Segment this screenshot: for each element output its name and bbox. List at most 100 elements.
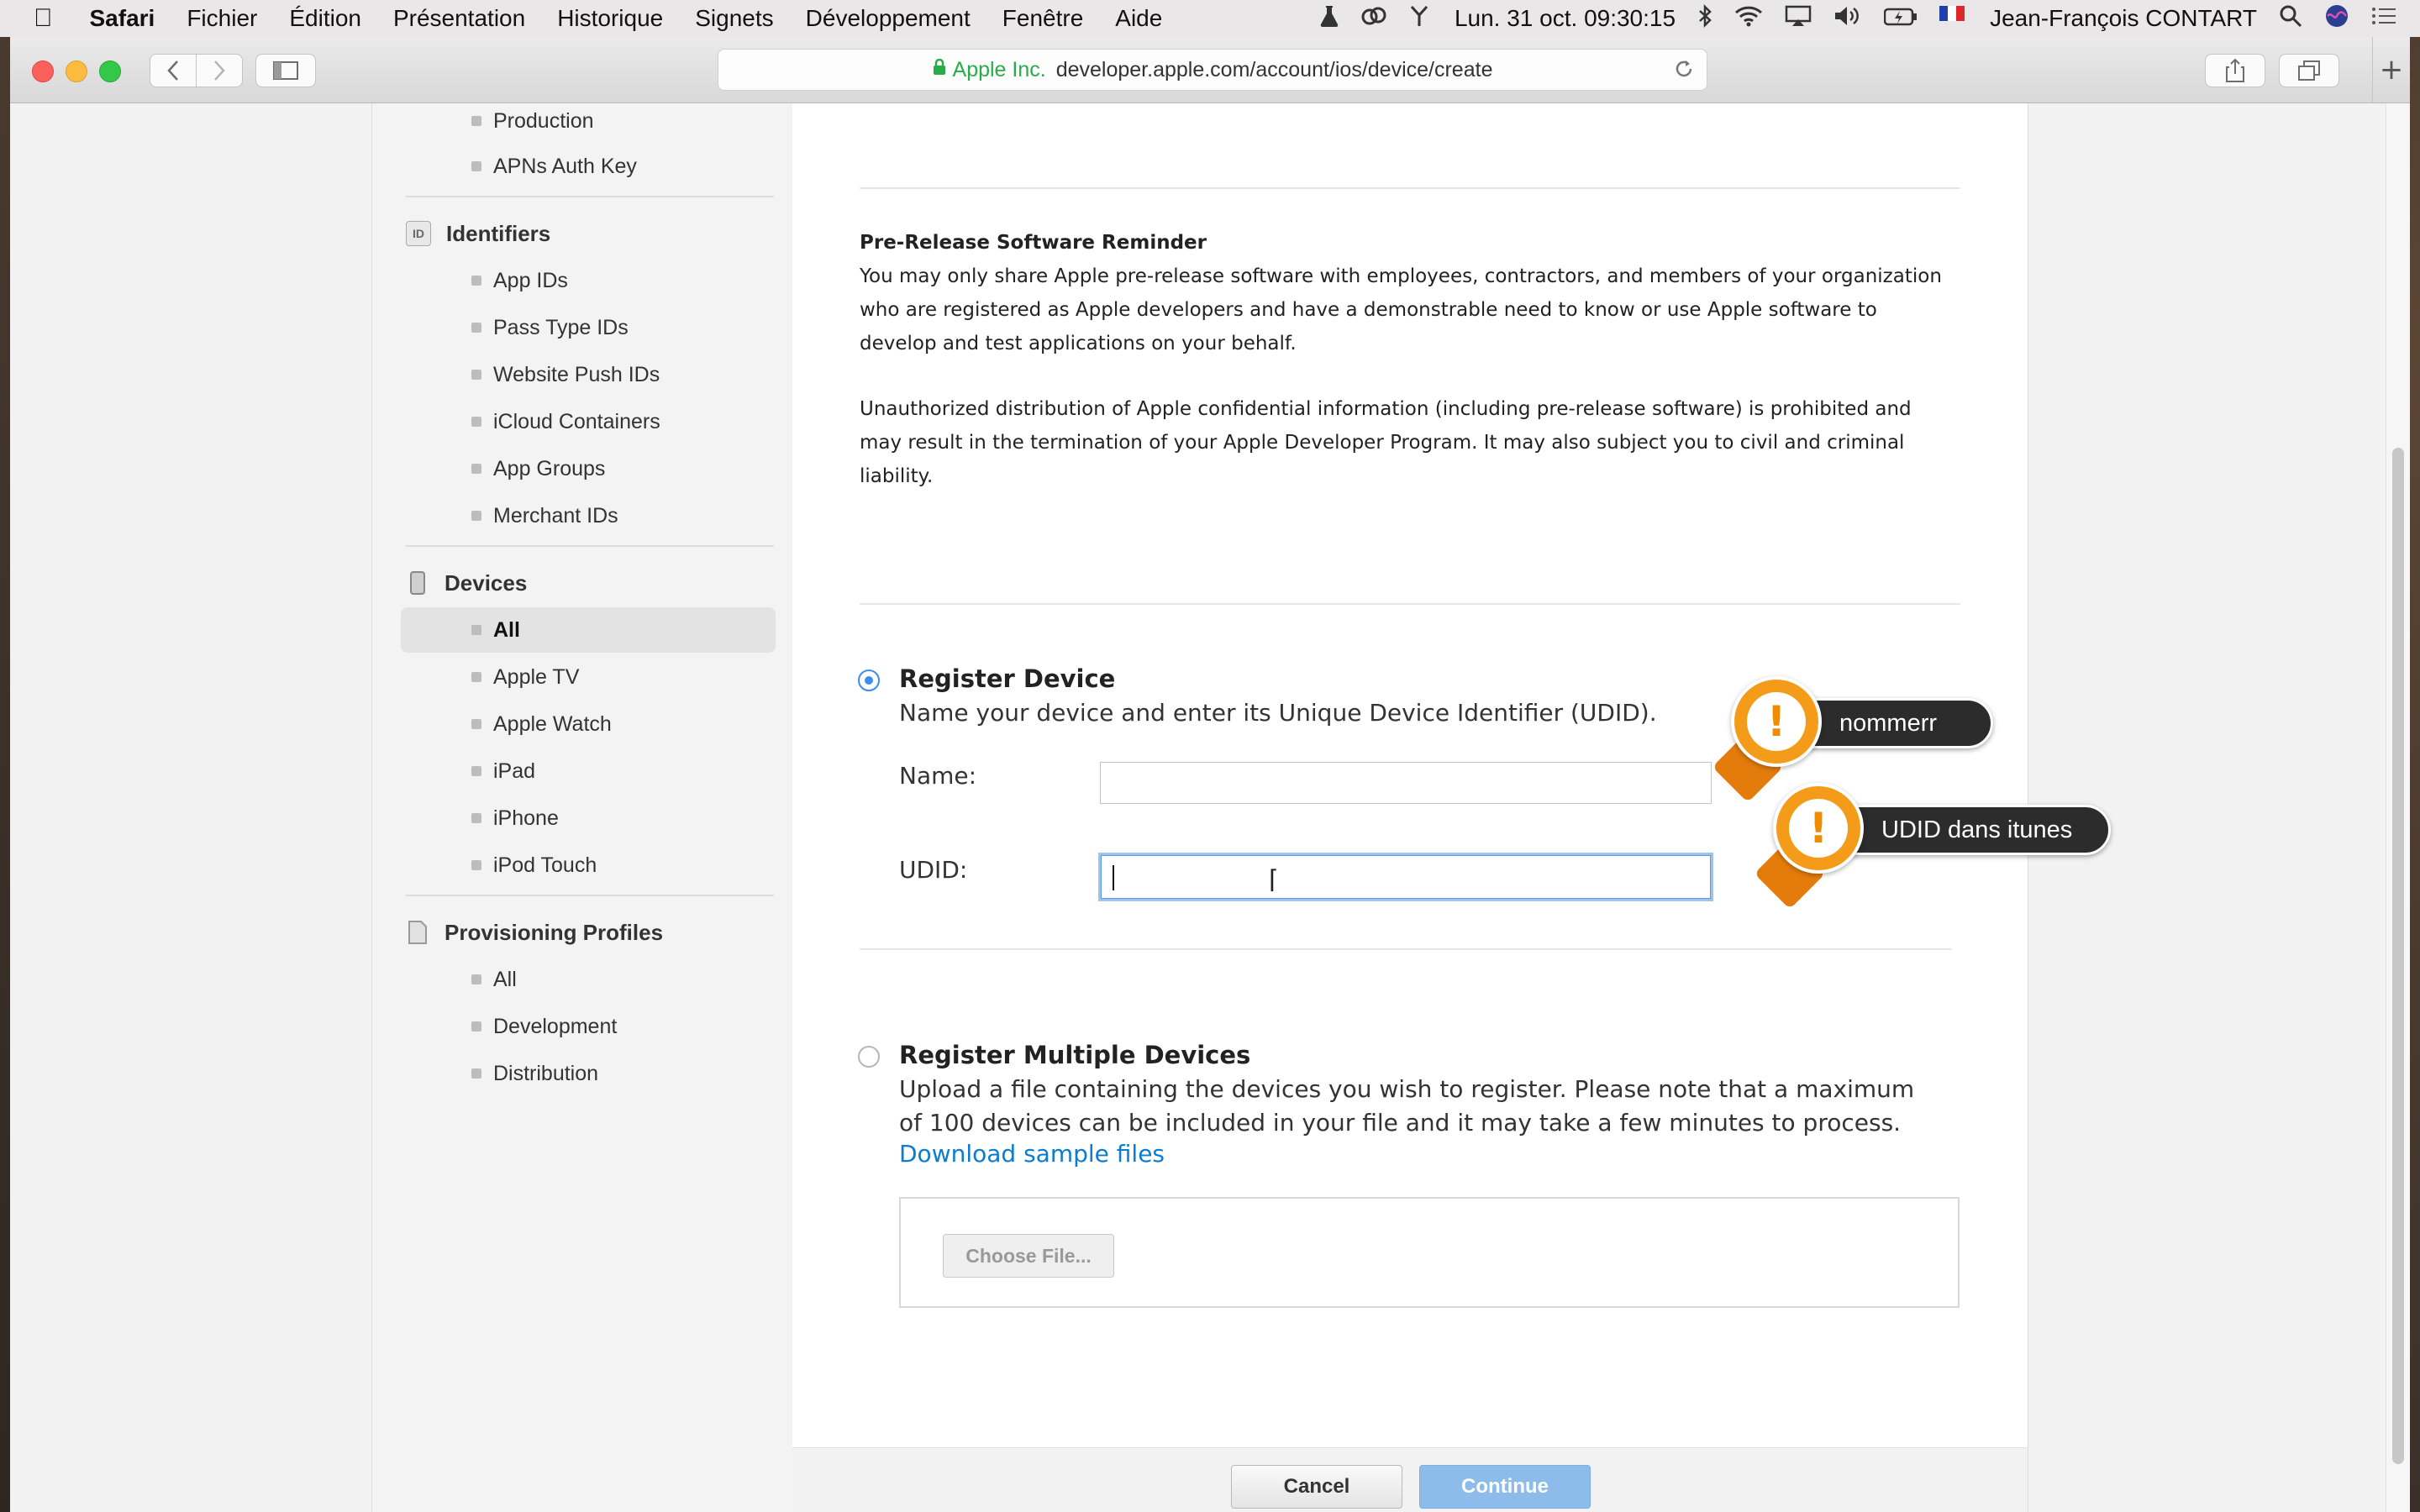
sidebar-heading-label: Devices: [445, 570, 528, 596]
menubar-user-name[interactable]: Jean-François CONTART: [1990, 5, 2257, 32]
document-icon: [406, 921, 429, 944]
bullet-icon: [471, 276, 481, 286]
menu-fenetre[interactable]: Fenêtre: [1002, 5, 1084, 32]
bullet-icon: [471, 370, 481, 380]
device-udid-input[interactable]: ⌈: [1098, 853, 1713, 901]
close-window-button[interactable]: [32, 60, 54, 82]
french-flag-input-icon[interactable]: [1939, 5, 1965, 32]
apple-logo-icon[interactable]: : [34, 4, 53, 33]
ev-certificate-company: Apple Inc.: [952, 57, 1046, 81]
sidebar-item-profiles-all[interactable]: All: [424, 957, 777, 1002]
airplay-icon[interactable]: [1785, 5, 1812, 33]
minimize-window-button[interactable]: [66, 60, 87, 82]
sidebar-item-pass-type-ids[interactable]: Pass Type IDs: [424, 305, 777, 350]
creative-cloud-icon[interactable]: [1360, 5, 1387, 32]
menu-edition[interactable]: Édition: [289, 5, 361, 32]
sidebar-item-apns-auth-key[interactable]: APNs Auth Key: [424, 144, 777, 189]
sidebar-item-apple-watch[interactable]: Apple Watch: [424, 701, 777, 747]
show-tabs-button[interactable]: [2279, 54, 2339, 87]
sidebar-item-label: Apple TV: [493, 664, 580, 689]
flask-icon[interactable]: [1320, 4, 1339, 34]
sidebar-divider: [406, 196, 774, 197]
pre-release-reminder: Pre-Release Software Reminder You may on…: [860, 226, 1952, 493]
register-device-radio[interactable]: [858, 669, 880, 691]
ibeam-cursor-icon: ⌈: [1269, 865, 1279, 895]
form-footer: Cancel Continue: [792, 1447, 2028, 1512]
forward-button[interactable]: [196, 54, 243, 87]
register-device-title: Register Device: [899, 664, 1116, 693]
sidebar-item-production[interactable]: Production: [424, 98, 777, 144]
continue-button[interactable]: Continue: [1419, 1465, 1591, 1509]
menubar-clock[interactable]: Lun. 31 oct. 09:30:15: [1455, 5, 1676, 32]
menu-signets[interactable]: Signets: [695, 5, 773, 32]
bullet-icon: [471, 1068, 481, 1079]
sidebar-item-label: All: [493, 967, 517, 991]
chevron-left-icon: [167, 60, 178, 81]
menu-fichier[interactable]: Fichier: [187, 5, 257, 32]
notification-center-icon[interactable]: [2371, 5, 2396, 32]
sidebar-item-icloud-containers[interactable]: iCloud Containers: [424, 399, 777, 444]
reload-icon[interactable]: [1673, 58, 1695, 86]
warning-badge-icon: !: [1731, 676, 1822, 767]
sidebar-toggle-button[interactable]: [255, 54, 316, 87]
sidebar-divider: [406, 895, 774, 896]
fullscreen-window-button[interactable]: [99, 60, 121, 82]
bluetooth-icon[interactable]: [1697, 3, 1712, 34]
register-multiple-radio[interactable]: [858, 1046, 880, 1068]
bullet-icon: [471, 116, 481, 126]
page-scrollbar-thumb[interactable]: [2392, 448, 2404, 1464]
sidebar-item-apple-tv[interactable]: Apple TV: [424, 654, 777, 700]
sidebar-item-ipod-touch[interactable]: iPod Touch: [424, 843, 777, 888]
sidebar-heading-devices[interactable]: Devices: [406, 560, 527, 606]
volume-icon[interactable]: [1833, 5, 1862, 33]
address-bar[interactable]: Apple Inc. developer.apple.com/account/i…: [718, 49, 1707, 91]
battery-icon[interactable]: [1883, 5, 1918, 32]
fork-icon[interactable]: [1409, 5, 1429, 33]
page-scrollbar-track[interactable]: [2386, 103, 2410, 1512]
menu-presentation[interactable]: Présentation: [393, 5, 525, 32]
share-button[interactable]: [2205, 54, 2265, 87]
sidebar-item-label: iPad: [493, 759, 536, 783]
bullet-icon: [471, 719, 481, 729]
menu-aide[interactable]: Aide: [1115, 5, 1162, 32]
sidebar-item-app-ids[interactable]: App IDs: [424, 258, 777, 303]
choose-file-button[interactable]: Choose File...: [943, 1234, 1114, 1278]
text-cursor-caret: [1113, 865, 1114, 890]
sidebar-item-website-push-ids[interactable]: Website Push IDs: [424, 352, 777, 397]
sidebar-item-iphone[interactable]: iPhone: [424, 795, 777, 841]
device-name-input[interactable]: [1100, 762, 1712, 804]
download-sample-files-link[interactable]: Download sample files: [899, 1140, 1165, 1168]
sidebar-heading-identifiers[interactable]: ID Identifiers: [406, 211, 550, 256]
sidebar-item-development[interactable]: Development: [424, 1004, 777, 1049]
exclamation-icon: !: [1789, 799, 1848, 858]
new-tab-button[interactable]: +: [2372, 37, 2410, 102]
cancel-button[interactable]: Cancel: [1231, 1465, 1402, 1509]
sidebar-item-label: iCloud Containers: [493, 409, 660, 433]
address-url: developer.apple.com/account/ios/device/c…: [1055, 57, 1493, 81]
back-button[interactable]: [150, 54, 197, 87]
section-divider: [860, 948, 1952, 950]
sidebar-icon: [273, 61, 298, 80]
sidebar-heading-provisioning-profiles[interactable]: Provisioning Profiles: [406, 910, 663, 955]
sidebar-item-label: Development: [493, 1014, 618, 1038]
siri-icon[interactable]: [2324, 3, 2349, 34]
reminder-title: Pre-Release Software Reminder: [860, 232, 1207, 254]
menu-developpement[interactable]: Développement: [806, 5, 971, 32]
page-content: Production APNs Auth Key ID Identifiers A…: [10, 103, 2410, 1512]
menu-historique[interactable]: Historique: [557, 5, 663, 32]
share-icon: [2226, 58, 2244, 82]
sidebar-item-app-groups[interactable]: App Groups: [424, 446, 777, 491]
sidebar-heading-label: Identifiers: [446, 220, 551, 246]
sidebar-item-ipad[interactable]: iPad: [424, 748, 777, 794]
spotlight-search-icon[interactable]: [2279, 4, 2302, 34]
sidebar-item-devices-all[interactable]: All: [401, 607, 776, 653]
sidebar-item-label: All: [493, 617, 520, 642]
bullet-icon: [471, 625, 481, 635]
bullet-icon: [471, 860, 481, 870]
sidebar-item-merchant-ids[interactable]: Merchant IDs: [424, 493, 777, 538]
menu-app-name[interactable]: Safari: [90, 5, 155, 32]
udid-label: UDID:: [899, 856, 968, 884]
wifi-icon[interactable]: [1734, 5, 1763, 33]
sidebar-item-label: Merchant IDs: [493, 503, 618, 528]
sidebar-item-distribution[interactable]: Distribution: [424, 1051, 777, 1096]
